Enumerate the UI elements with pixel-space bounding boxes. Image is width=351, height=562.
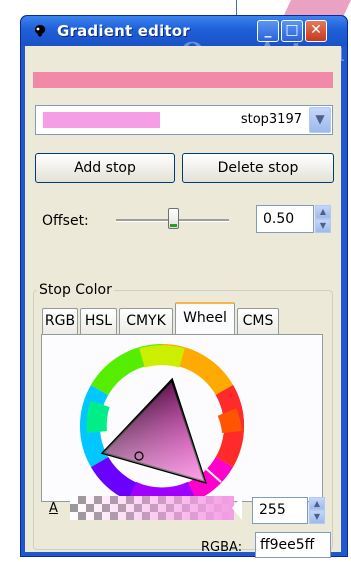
- spin-up-icon[interactable]: ▲: [309, 497, 325, 510]
- spin-down-icon[interactable]: ▼: [315, 219, 331, 233]
- rgba-input[interactable]: ff9ee5ff: [255, 532, 331, 558]
- rgba-label-text: RGBA:: [201, 540, 243, 555]
- window-title: Gradient editor: [57, 22, 190, 40]
- title-bar[interactable]: Gradient editor OpenArt.ru _ □ ✕: [21, 16, 347, 68]
- minimize-button[interactable]: _: [257, 20, 279, 42]
- stop-color-title: Stop Color: [37, 282, 114, 298]
- close-icon: ✕: [310, 22, 322, 38]
- alpha-input[interactable]: 255: [252, 497, 308, 524]
- spin-down-icon[interactable]: ▼: [309, 510, 325, 524]
- minimize-icon: _: [264, 22, 272, 38]
- inkscape-blob-icon: [35, 25, 46, 37]
- delete-stop-button[interactable]: Delete stop: [182, 153, 334, 183]
- alpha-spinner[interactable]: ▲ ▼: [309, 497, 325, 524]
- alpha-slider[interactable]: [70, 496, 234, 520]
- close-button[interactable]: ✕: [305, 20, 327, 42]
- stop-selector[interactable]: stop3197 ▼: [35, 105, 333, 135]
- offset-label: Offset:: [42, 213, 89, 229]
- add-stop-button[interactable]: Add stop: [35, 153, 175, 183]
- dialog-body: stop3197 ▼ Add stop Delete stop Offset: …: [25, 46, 341, 558]
- desktop-line: [236, 0, 237, 15]
- offset-slider-thumb[interactable]: [167, 208, 179, 229]
- rgba-label: RGBA:: [201, 540, 242, 555]
- offset-input[interactable]: 0.50: [256, 205, 314, 233]
- maximize-button[interactable]: □: [281, 20, 303, 42]
- stop-dropdown-button[interactable]: ▼: [309, 107, 331, 133]
- chevron-down-icon: ▼: [315, 112, 325, 126]
- alpha-label: A: [49, 501, 58, 516]
- maximize-icon: □: [285, 22, 299, 38]
- stop-name: stop3197: [240, 112, 302, 127]
- tab-wheel[interactable]: Wheel: [175, 302, 235, 334]
- tab-hsl[interactable]: HSL: [80, 308, 117, 334]
- spin-up-icon[interactable]: ▲: [315, 205, 331, 219]
- tab-cmyk[interactable]: CMYK: [119, 308, 173, 334]
- alpha-slider-handle[interactable]: [232, 496, 242, 520]
- gradient-editor-window: Gradient editor OpenArt.ru _ □ ✕ stop319…: [20, 15, 348, 558]
- tab-rgb[interactable]: RGB: [42, 308, 78, 334]
- offset-spinner[interactable]: ▲ ▼: [315, 205, 331, 233]
- tab-cms[interactable]: CMS: [237, 308, 279, 334]
- gradient-preview: [33, 72, 333, 88]
- stop-color-swatch: [43, 112, 160, 128]
- color-wheel[interactable]: [37, 342, 323, 502]
